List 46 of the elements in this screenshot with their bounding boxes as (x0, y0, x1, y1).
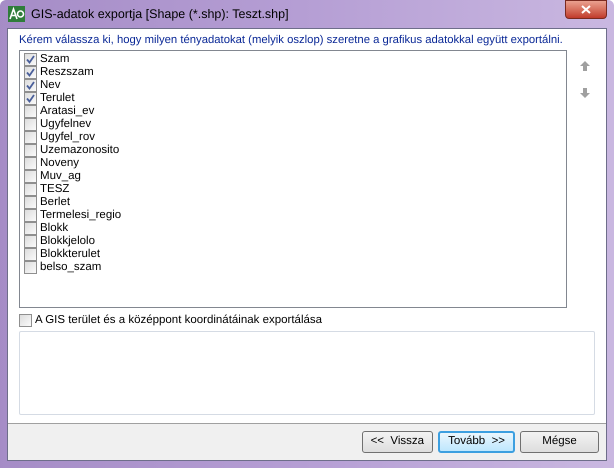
window-title: GIS-adatok exportja [Shape (*.shp): Teszt.shp] (31, 6, 289, 23)
checkbox[interactable] (24, 79, 37, 92)
checkbox[interactable] (24, 105, 37, 118)
field-label[interactable]: Blokk (40, 222, 68, 235)
field-label[interactable]: Uzemazonosito (40, 144, 120, 157)
checkbox-label[interactable]: A GIS terület és a középpont koordinátáinak exportálása (35, 312, 322, 330)
checkbox[interactable] (24, 53, 37, 66)
field-label[interactable]: Terulet (40, 92, 75, 105)
dialog-button[interactable]: Mégse (520, 431, 599, 453)
checkbox[interactable] (24, 235, 37, 248)
dialog-button[interactable]: << Vissza (362, 431, 434, 453)
field-label[interactable]: Szam (40, 53, 70, 66)
checkbox[interactable] (24, 196, 37, 209)
arrow-up-icon (580, 61, 590, 71)
app-logo-icon (8, 6, 25, 22)
checkbox[interactable] (24, 157, 37, 170)
instruction-text: Kérem válassza ki, hogy milyen tényadatokat (melyik oszlop) szeretne a grafikus adatokkal együtt exportálni. (19, 33, 564, 47)
field-label[interactable]: Noveny (40, 157, 79, 170)
field-label[interactable]: Muv_ag (40, 170, 81, 183)
field-label[interactable]: Ugyfel_rov (40, 131, 95, 144)
checkbox[interactable] (24, 66, 37, 79)
field-label[interactable]: Berlet (40, 196, 70, 209)
checkbox[interactable] (24, 183, 37, 196)
checkbox[interactable] (24, 261, 37, 274)
field-label[interactable]: Blokkterulet (40, 248, 100, 261)
close-button[interactable] (565, 0, 607, 19)
field-label[interactable]: Termelesi_regio (40, 209, 122, 222)
field-label[interactable]: Nev (40, 79, 60, 92)
checkbox[interactable] (24, 131, 37, 144)
checkbox[interactable] (24, 209, 37, 222)
checkbox[interactable] (24, 118, 37, 131)
field-label[interactable]: Reszszam (40, 66, 94, 79)
checkbox[interactable] (24, 248, 37, 261)
field-label[interactable]: Blokkjelolo (40, 235, 95, 248)
field-label[interactable]: TESZ (40, 183, 70, 196)
arrow-down-icon (580, 88, 590, 98)
field-label[interactable]: belso_szam (40, 261, 102, 274)
field-label[interactable]: Aratasi_ev (40, 105, 94, 118)
checkbox[interactable] (24, 170, 37, 183)
close-icon (581, 5, 591, 14)
field-label[interactable]: Ugyfelnev (40, 118, 92, 131)
dialog-button[interactable]: Tovább >> (438, 431, 515, 453)
checkbox[interactable] (19, 314, 32, 328)
checkbox[interactable] (24, 222, 37, 235)
checkbox[interactable] (24, 92, 37, 105)
checkbox[interactable] (24, 144, 37, 157)
